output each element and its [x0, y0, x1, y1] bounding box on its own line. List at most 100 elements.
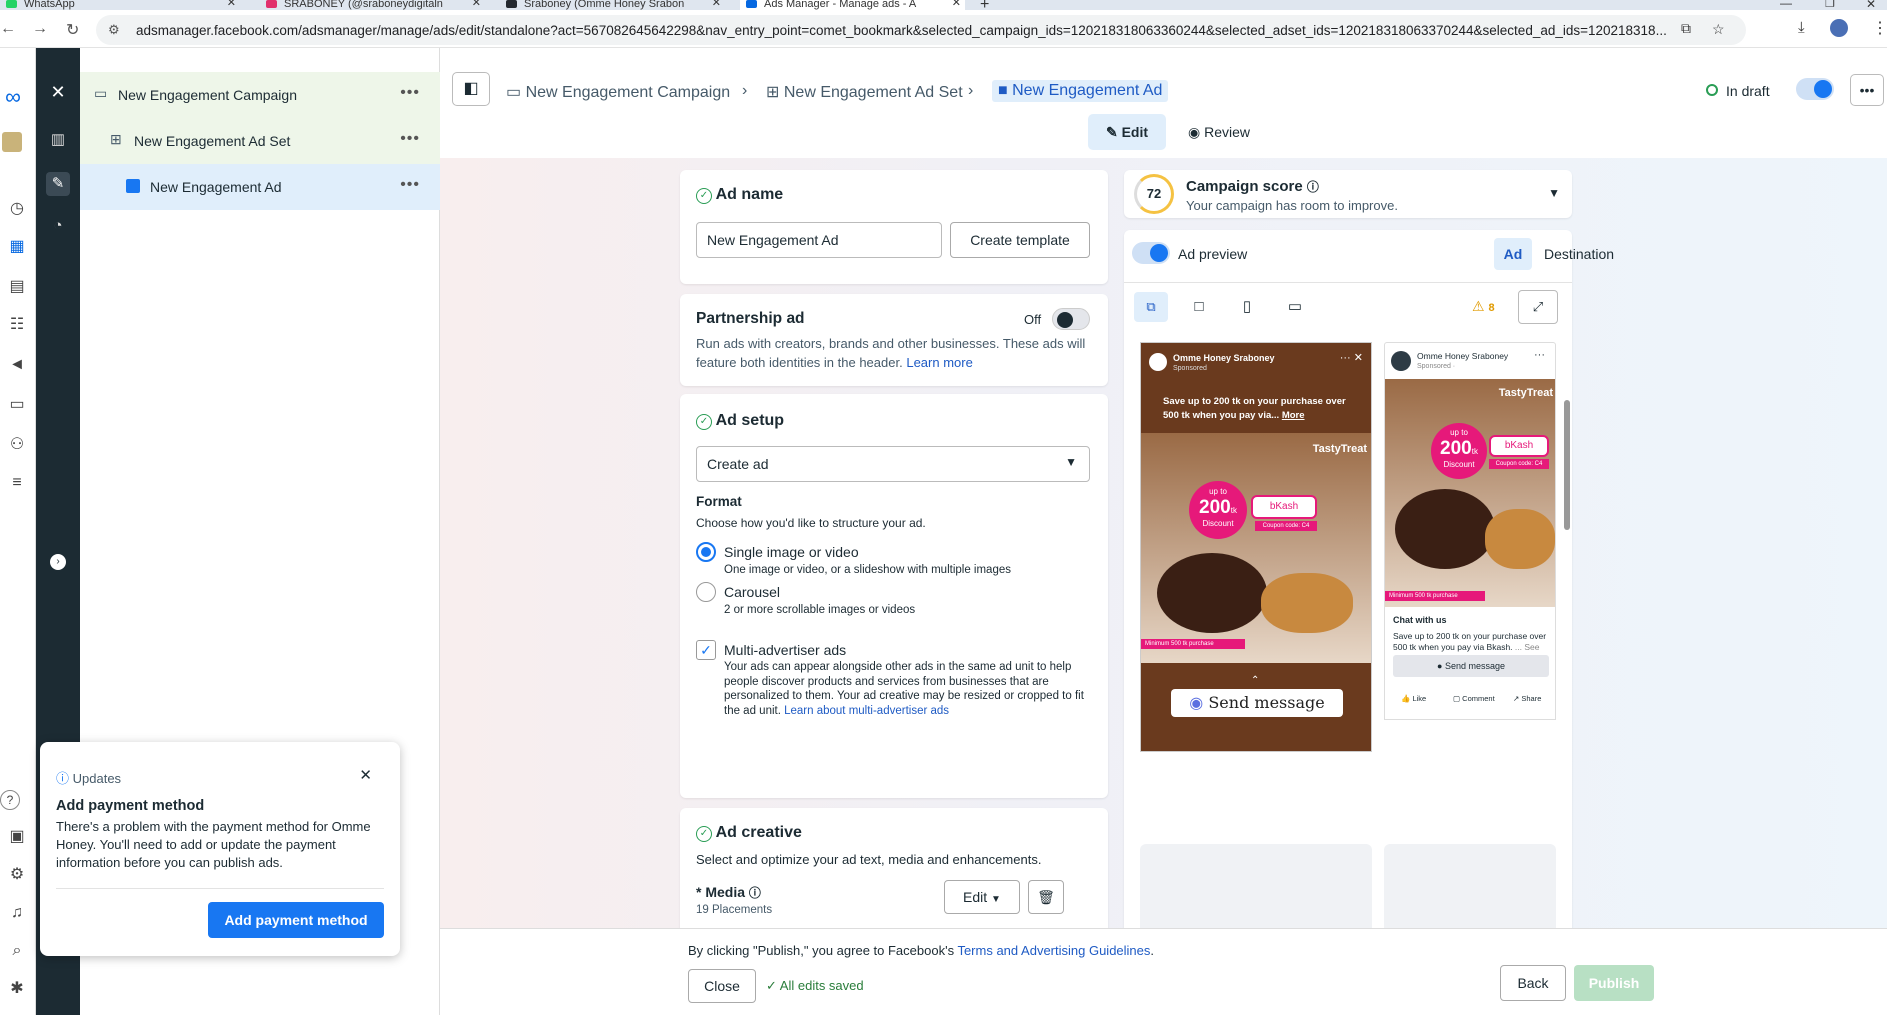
expand-chevron-icon[interactable]: ›: [50, 554, 66, 570]
discount-badge: up to 200tk Discount: [1431, 423, 1487, 479]
edit-pencil-icon[interactable]: ✎: [46, 172, 70, 196]
close-icon[interactable]: ✕: [472, 0, 481, 9]
close-button[interactable]: Close: [688, 969, 756, 1003]
edit-tab[interactable]: ✎ Edit: [1088, 114, 1166, 150]
breadcrumb-ad[interactable]: ■ New Engagement Ad: [992, 80, 1169, 102]
create-ad-select[interactable]: Create ad ▼: [696, 446, 1090, 482]
add-payment-method-button[interactable]: Add payment method: [208, 902, 384, 938]
install-app-icon[interactable]: ⧉: [1681, 20, 1691, 37]
notifications-bell-icon[interactable]: ♫: [6, 902, 28, 924]
more-actions-icon[interactable]: •••: [1850, 74, 1884, 106]
dashboard-icon[interactable]: ◷: [6, 198, 28, 220]
all-placements-icon[interactable]: ⧉: [1134, 292, 1168, 322]
performance-chart-icon[interactable]: ▥: [46, 128, 70, 152]
back-arrow-icon[interactable]: ←: [0, 20, 16, 38]
close-icon[interactable]: ✕: [952, 0, 961, 9]
tree-item-adset[interactable]: ⊞ New Engagement Ad Set •••: [80, 118, 440, 164]
close-icon[interactable]: ✕: [712, 0, 721, 9]
ad-on-off-toggle[interactable]: [1796, 78, 1834, 100]
multi-advertiser-link[interactable]: Learn about multi-advertiser ads: [784, 705, 949, 717]
browser-menu-icon[interactable]: ⋮: [1872, 18, 1887, 38]
delete-trash-icon[interactable]: 🗑: [1028, 880, 1064, 914]
ads-manager-table-icon[interactable]: ▦: [6, 236, 28, 258]
terms-link[interactable]: Terms and Advertising Guidelines: [957, 943, 1150, 958]
preview-tab-ad[interactable]: Ad: [1494, 238, 1532, 270]
more-options-icon[interactable]: ···: [1534, 349, 1545, 361]
breadcrumb-adset[interactable]: ⊞ New Engagement Ad Set: [766, 82, 963, 102]
help-icon[interactable]: ?: [0, 790, 20, 810]
create-template-button[interactable]: Create template: [950, 222, 1090, 258]
reports-icon[interactable]: ▣: [6, 826, 28, 848]
toggle-panel-icon[interactable]: ◧: [452, 72, 490, 106]
story-preview[interactable]: Omme Honey Sraboney Sponsored ··· ✕ Save…: [1140, 342, 1372, 752]
account-avatar[interactable]: [2, 132, 22, 152]
people-icon[interactable]: ⚇: [6, 434, 28, 456]
history-clock-icon[interactable]: ◔: [46, 214, 70, 238]
more-options-icon[interactable]: •••: [400, 176, 420, 194]
billing-icon[interactable]: ▭: [6, 394, 28, 416]
bookmark-star-icon[interactable]: ☆: [1712, 21, 1725, 38]
breadcrumb-campaign[interactable]: ▭ New Engagement Campaign: [506, 82, 730, 102]
single-image-radio[interactable]: [696, 542, 716, 562]
download-icon[interactable]: ⤓: [1798, 19, 1805, 36]
feed-preview[interactable]: Omme Honey Sraboney Sponsored · ··· Tast…: [1384, 342, 1556, 682]
minimize-icon[interactable]: —: [1780, 0, 1792, 10]
more-options-icon[interactable]: •••: [400, 84, 420, 102]
feed-send-message-button[interactable]: ● Send message: [1393, 655, 1549, 677]
coupon-code: Coupon code: C4: [1489, 459, 1549, 469]
learn-more-link[interactable]: Learn more: [906, 355, 972, 370]
publish-button[interactable]: Publish: [1574, 965, 1654, 1001]
expand-icon[interactable]: ⤢: [1518, 290, 1558, 324]
reload-icon[interactable]: ↻: [66, 20, 79, 40]
vertical-format-icon[interactable]: ▯: [1230, 292, 1264, 322]
story-sponsored: Sponsored: [1173, 365, 1207, 372]
browser-tab-instagram[interactable]: SRABONEY (@sraboneydigitaln ✕: [260, 0, 485, 10]
megaphone-icon[interactable]: ◄: [6, 354, 28, 376]
meta-logo-icon[interactable]: ∞: [2, 86, 24, 108]
profile-avatar[interactable]: [1830, 19, 1848, 37]
square-format-icon[interactable]: □: [1182, 292, 1216, 322]
close-icon[interactable]: ✕: [359, 766, 372, 784]
restore-icon[interactable]: ❐: [1825, 0, 1835, 10]
carousel-radio[interactable]: [696, 582, 716, 602]
back-button[interactable]: Back: [1500, 965, 1566, 1001]
url-bar[interactable]: ⚙ adsmanager.facebook.com/adsmanager/man…: [96, 15, 1746, 45]
warning-count: 8: [1488, 302, 1495, 314]
pages-icon[interactable]: ▤: [6, 276, 28, 298]
browser-tab-ads-manager[interactable]: Ads Manager - Manage ads - A ✕: [740, 0, 965, 10]
tree-item-ad[interactable]: New Engagement Ad •••: [80, 164, 440, 210]
new-tab-icon[interactable]: +: [980, 0, 989, 10]
close-icon[interactable]: ✕: [227, 0, 236, 9]
site-info-icon[interactable]: ⚙: [108, 22, 120, 38]
audiences-icon[interactable]: ☷: [6, 314, 28, 336]
window-close-icon[interactable]: ✕: [1866, 0, 1876, 10]
warning-icon[interactable]: ⚠ 8: [1472, 298, 1495, 315]
tree-item-campaign[interactable]: ▭ New Engagement Campaign •••: [80, 72, 440, 118]
review-tab[interactable]: ◉ Review: [1176, 114, 1262, 150]
preview-tab-destination[interactable]: Destination: [1544, 246, 1644, 262]
ad-name-input[interactable]: New Engagement Ad: [696, 222, 942, 258]
multi-advertiser-checkbox[interactable]: ✓: [696, 640, 716, 660]
horizontal-format-icon[interactable]: ▭: [1278, 292, 1312, 322]
preview-scrollbar[interactable]: [1564, 400, 1570, 530]
more-options-icon[interactable]: •••: [400, 130, 420, 148]
media-edit-button[interactable]: Edit ▼: [944, 880, 1020, 914]
story-more[interactable]: More: [1282, 410, 1305, 421]
browser-tab-github[interactable]: Sraboney (Omme Honey Srabon ✕: [500, 0, 725, 10]
ad-preview-toggle[interactable]: [1132, 242, 1170, 264]
search-icon[interactable]: ⌕: [6, 940, 28, 962]
close-editor-icon[interactable]: ✕: [46, 80, 70, 104]
browser-tab-whatsapp[interactable]: WhatsApp ✕: [0, 0, 240, 10]
comment-button[interactable]: ▢ Comment: [1453, 694, 1495, 703]
close-icon[interactable]: ··· ✕: [1340, 351, 1363, 364]
campaign-score-card[interactable]: 72 Campaign score ⓘ Your campaign has ro…: [1124, 170, 1572, 218]
forward-arrow-icon[interactable]: →: [32, 20, 48, 38]
like-button[interactable]: 👍 Like: [1401, 694, 1426, 703]
settings-gear-icon[interactable]: ⚙: [6, 864, 28, 886]
partnership-toggle[interactable]: [1052, 308, 1090, 330]
all-tools-menu-icon[interactable]: ≡: [6, 472, 28, 494]
story-send-message-button[interactable]: ◉ Send message: [1171, 689, 1343, 717]
bug-report-icon[interactable]: ✱: [6, 978, 28, 1000]
share-button[interactable]: ↗ Share: [1513, 694, 1541, 703]
chevron-down-icon[interactable]: ▼: [1548, 186, 1560, 200]
